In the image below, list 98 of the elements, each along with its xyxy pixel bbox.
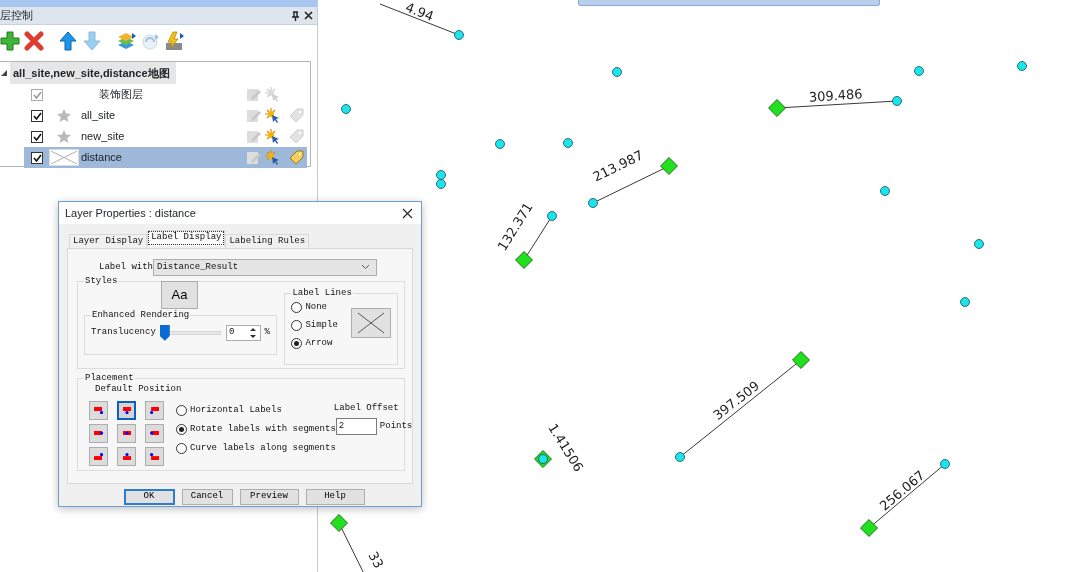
point-marker	[892, 96, 902, 106]
label-position-icon	[93, 452, 104, 460]
point-marker	[1017, 61, 1027, 71]
position-button[interactable]	[89, 446, 108, 466]
radio-option[interactable]: Horizontal Labels	[176, 404, 336, 416]
tab[interactable]: Layer Display	[69, 234, 148, 248]
group-title: Label Lines	[291, 288, 353, 298]
distance-label: 4.94	[403, 0, 436, 24]
position-button[interactable]	[145, 400, 164, 420]
point-marker	[563, 138, 573, 148]
tab[interactable]: Labeling Rules	[225, 234, 310, 248]
label-field-dropdown[interactable]: Distance_Result	[153, 258, 377, 276]
point-marker	[436, 179, 446, 189]
point-marker	[454, 30, 464, 40]
pin-icon[interactable]	[291, 10, 300, 21]
point-marker	[588, 198, 598, 208]
point-marker	[538, 454, 548, 464]
point-marker	[880, 186, 890, 196]
lightning-icon[interactable]	[164, 31, 184, 51]
plus-icon[interactable]	[0, 31, 20, 51]
layer-name: distance	[81, 150, 122, 166]
offset-label: Label Offset	[333, 402, 400, 414]
layer-row[interactable]: distance	[24, 147, 307, 168]
offset-input[interactable]: 2	[335, 418, 377, 436]
group-title: Enhanced Rendering	[91, 310, 191, 320]
distance-label: 33	[365, 549, 387, 571]
radio-option[interactable]: None	[291, 301, 338, 313]
label-position-icon	[149, 431, 160, 436]
tag-icon[interactable]	[289, 150, 305, 165]
select-icon[interactable]	[265, 108, 280, 123]
layer-row[interactable]: new_site	[24, 126, 307, 147]
select-icon[interactable]	[265, 150, 280, 165]
position-button[interactable]	[145, 423, 164, 443]
point-marker	[675, 452, 685, 462]
expander-icon[interactable]	[1, 70, 7, 76]
tab[interactable]: Label Display	[147, 230, 226, 246]
subsection-label: Default Position	[95, 383, 183, 395]
group-title: Styles	[84, 276, 119, 286]
position-button[interactable]	[145, 446, 164, 466]
up-arrow-icon[interactable]	[58, 31, 78, 51]
label-position-icon	[122, 406, 131, 414]
dialog-button[interactable]: Help	[305, 488, 365, 505]
position-button[interactable]	[117, 400, 136, 420]
label-position-icon	[122, 452, 131, 460]
point-marker	[940, 459, 950, 469]
font-button[interactable]: Aa	[161, 280, 198, 309]
position-button[interactable]	[89, 423, 108, 443]
point-marker	[495, 139, 505, 149]
label-position-icon	[149, 452, 160, 460]
dialog-button[interactable]: Cancel	[181, 488, 233, 505]
layers-icon[interactable]	[116, 31, 136, 51]
radio-option[interactable]: Curve labels along segments	[176, 442, 336, 454]
star-icon	[57, 130, 71, 143]
layer-checkbox[interactable]	[31, 130, 43, 143]
position-button[interactable]	[89, 400, 108, 420]
slider-label: Translucency	[91, 327, 156, 339]
dialog-button[interactable]: Preview	[239, 488, 299, 505]
slider-thumb[interactable]	[159, 324, 170, 341]
radio-option[interactable]: Simple	[291, 319, 338, 331]
layer-checkbox[interactable]	[31, 151, 43, 164]
layer-checkbox[interactable]	[31, 109, 43, 122]
radio-option[interactable]: Rotate labels with segments	[176, 423, 336, 435]
unit-label: Points	[379, 421, 413, 433]
point-marker	[436, 170, 446, 180]
star-icon	[57, 109, 71, 122]
unit-label: %	[264, 327, 270, 339]
dialog-button[interactable]: OK	[123, 488, 175, 505]
layer-name: 装饰图层	[99, 87, 143, 103]
close-icon[interactable]	[304, 11, 313, 20]
map-node-label[interactable]: all_site,new_site,distance地图	[10, 62, 176, 84]
position-button[interactable]	[117, 446, 136, 466]
label-position-icon	[93, 431, 104, 436]
radio-option[interactable]: Arrow	[291, 337, 338, 349]
distance-label: 309.486	[808, 86, 864, 105]
layer-row[interactable]: all_site	[24, 105, 307, 126]
close-icon[interactable]	[402, 207, 413, 219]
group-title: Placement	[84, 373, 135, 383]
dialog-title: Layer Properties : distance	[65, 205, 196, 221]
position-button[interactable]	[117, 423, 136, 443]
field-label: Label with	[99, 261, 153, 273]
point-marker	[960, 297, 970, 307]
point-marker	[974, 239, 984, 249]
point-marker	[612, 67, 622, 77]
label-position-icon	[93, 406, 104, 414]
line-symbol-icon	[49, 149, 79, 166]
caret-icon	[361, 264, 370, 271]
translucency-input[interactable]: 0	[225, 324, 261, 341]
translucency-slider[interactable]	[159, 323, 221, 342]
point-marker	[341, 104, 351, 114]
select-icon[interactable]	[265, 129, 280, 144]
panel-title: 层控制	[0, 8, 33, 24]
point-marker	[914, 66, 924, 76]
label-position-icon	[149, 406, 160, 414]
layer-name: all_site	[81, 108, 116, 124]
layer-name: new_site	[81, 129, 125, 145]
label-position-icon	[122, 431, 131, 436]
point-marker	[547, 211, 557, 221]
remove-icon[interactable]	[24, 31, 44, 51]
